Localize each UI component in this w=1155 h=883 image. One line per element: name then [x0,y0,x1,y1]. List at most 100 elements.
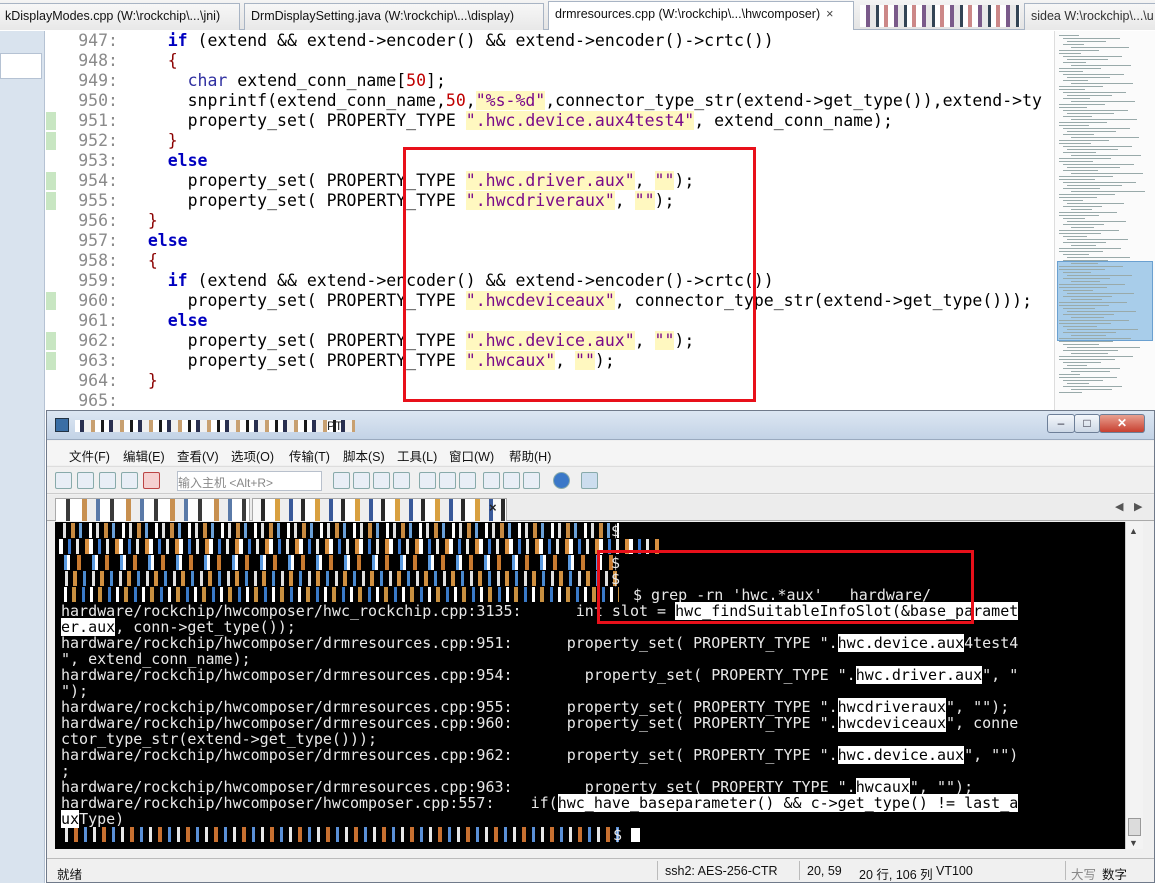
close-button[interactable]: ✕ [1099,414,1145,433]
code-text: else [147,231,188,250]
close-icon[interactable]: × [826,7,833,21]
left-panel-field[interactable] [0,53,42,79]
line-number: 962: [78,331,118,350]
menu-item[interactable]: 脚本(S) [343,446,385,465]
minimap-line [1063,128,1130,129]
scroll-up-icon[interactable]: ▲ [1129,526,1138,536]
session-options-icon[interactable] [483,472,500,489]
line-number: 947: [78,31,118,50]
menu-item[interactable]: 工具(L) [397,446,437,465]
toolbar: 输入主机 <Alt+R> [47,466,1154,494]
code-line[interactable]: 947: if (extend && extend->encoder() && … [46,31,1054,51]
code-line[interactable]: 954: property_set( PROPERTY_TYPE ".hwc.d… [46,171,1054,191]
help-icon[interactable] [553,472,570,489]
code-line[interactable]: 958: { [46,251,1054,271]
copy-icon[interactable] [333,472,350,489]
minimap-line [1059,122,1107,123]
code-line[interactable]: 950: snprintf(extend_conn_name,50,"%s-%d… [46,91,1054,111]
minimap-line [1067,185,1122,186]
minimap-line [1071,83,1133,84]
print-icon[interactable] [419,472,436,489]
code-line[interactable]: 951: property_set( PROPERTY_TYPE ".hwc.d… [46,111,1054,131]
connect-tab-icon[interactable] [99,472,116,489]
minimap-line [1063,110,1128,111]
menu-item[interactable]: 窗口(W) [449,446,494,465]
minimap-line [1059,107,1087,108]
minimap[interactable] [1054,31,1155,411]
maximize-button[interactable]: □ [1074,414,1100,433]
code-line[interactable]: 960: property_set( PROPERTY_TYPE ".hwcde… [46,291,1054,311]
code-line[interactable]: 964: } [46,371,1054,391]
menu-item[interactable]: 选项(O) [231,446,274,465]
print-screen-icon[interactable] [459,472,476,489]
code-line[interactable]: 962: property_set( PROPERTY_TYPE ".hwc.d… [46,331,1054,351]
minimap-line [1059,89,1085,90]
minimize-button[interactable]: – [1047,414,1075,433]
menu-item[interactable]: 帮助(H) [509,446,551,465]
minimap-line [1063,92,1126,93]
host-input[interactable]: 输入主机 <Alt+R> [177,471,322,491]
scroll-down-icon[interactable]: ▼ [1129,838,1138,848]
session-tab-2[interactable] [252,498,507,521]
global-options-icon[interactable] [503,472,520,489]
status-num: 数字 [1102,868,1128,882]
code-line[interactable]: 955: property_set( PROPERTY_TYPE ".hwcdr… [46,191,1054,211]
minimap-line [1063,350,1118,351]
tab-label: kDisplayModes.cpp (W:\rockchip\...\jni) [5,9,221,23]
tab-other[interactable]: sidea W:\rockchip\...\u [1024,3,1155,30]
line-number: 961: [78,311,118,330]
minimap-line [1067,239,1128,240]
tab-scroll-left-icon[interactable]: ◀ [1115,500,1123,513]
menu-item[interactable]: 编辑(E) [123,446,165,465]
code-editor[interactable]: 947: if (extend && extend->encoder() && … [46,31,1054,411]
tab-drmdisplaysetting[interactable]: DrmDisplaySetting.java (W:\rockchip\...\… [244,3,544,30]
terminal-line: $ [611,554,621,572]
key-icon[interactable] [523,472,540,489]
code-line[interactable]: 957: else [46,231,1054,251]
status-divider [657,861,658,880]
scroll-thumb[interactable] [1128,818,1141,836]
find-icon[interactable] [393,472,410,489]
terminal-line: hardware/rockchip/hwcomposer/drmresource… [61,778,974,796]
code-line[interactable]: 965: [46,391,1054,411]
tab-scroll-right-icon[interactable]: ▶ [1134,500,1142,513]
line-number: 949: [78,71,118,90]
code-line[interactable]: 959: if (extend && extend->encoder() && … [46,271,1054,291]
tab-drmresources[interactable]: drmresources.cpp (W:\rockchip\...\hwcomp… [548,1,854,30]
line-number: 954: [78,171,118,190]
code-text: if (extend && extend->encoder() && exten… [167,31,774,50]
quick-connect-icon[interactable] [77,472,94,489]
connect-icon[interactable] [55,472,72,489]
code-line[interactable]: 948: { [46,51,1054,71]
minimap-line [1059,269,1105,270]
menu-item[interactable]: 传输(T) [289,446,330,465]
terminal-window: PT – □ ✕ 文件(F) 编辑(E) 查看(V) 选项(O) 传输(T) 脚本(S) 工… [46,410,1155,883]
minimap-line [1059,215,1099,216]
status-caps: 大写 [1071,868,1097,882]
minimap-line [1071,245,1096,246]
code-line[interactable]: 949: char extend_conn_name[50]; [46,71,1054,91]
tab-kdisplaymodes[interactable]: kDisplayModes.cpp (W:\rockchip\...\jni) [0,3,240,30]
minimap-line [1059,305,1109,306]
disconnect-icon[interactable] [143,472,160,489]
terminal-scrollbar[interactable]: ▲ ▼ [1125,522,1143,849]
minimap-line [1071,101,1135,102]
close-tab-icon[interactable]: × [489,500,497,515]
code-line[interactable]: 956: } [46,211,1054,231]
terminal-screen[interactable]: $ $ $ $ grep -rn 'hwc.*aux' hardware/hardwa… [55,522,1125,849]
reconnect-icon[interactable] [121,472,138,489]
print-setup-icon[interactable] [439,472,456,489]
code-text: } [147,211,158,230]
menu-item[interactable]: 文件(F) [69,446,110,465]
code-line[interactable]: 952: } [46,131,1054,151]
code-text: else [167,311,208,330]
paste-icon[interactable] [353,472,370,489]
code-line[interactable]: 963: property_set( PROPERTY_TYPE ".hwcau… [46,351,1054,371]
code-line[interactable]: 953: else [46,151,1054,171]
sftp-icon[interactable] [581,472,598,489]
menu-item[interactable]: 查看(V) [177,446,219,465]
session-tab-1[interactable] [55,498,250,521]
minimap-line [1071,299,1102,300]
copy-paste-icon[interactable] [373,472,390,489]
code-line[interactable]: 961: else [46,311,1054,331]
